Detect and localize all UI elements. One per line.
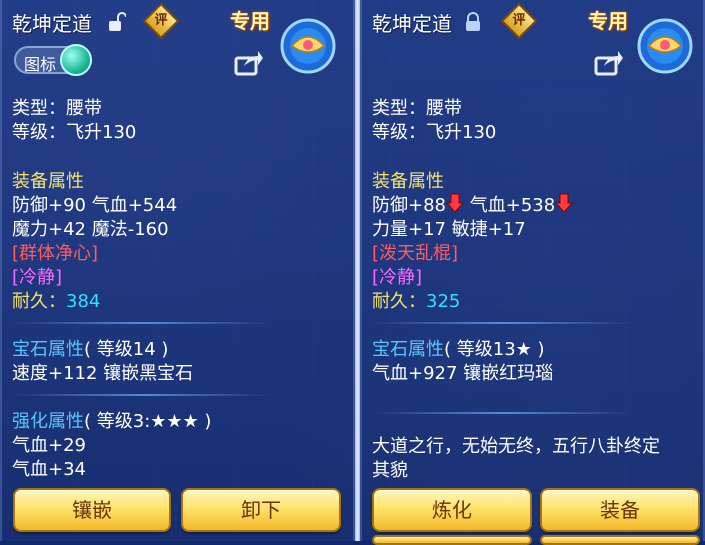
refine-button[interactable]: 炼化 (372, 488, 532, 532)
equip-attr-header: 装备属性 (372, 171, 444, 192)
special-skill: [群体净心] (12, 243, 99, 264)
divider (372, 412, 632, 414)
gem-attr: 宝石属性( 等级14 ) (12, 335, 168, 361)
durability-label: 耐久： (372, 291, 426, 312)
rating-label: 评 (512, 13, 526, 28)
enhance-attr-header: 强化属性 (12, 411, 84, 432)
equipment-tooltip-current: 乾坤定道 评 专用 图标 类型：腰带 等级：飞升130 装备属性 防御+90 气… (0, 0, 355, 541)
durability-value: 325 (426, 291, 461, 312)
item-type: 类型：腰带 (372, 98, 462, 119)
enhance-line: 气血+34 (12, 459, 86, 480)
durability: 耐久：384 (12, 287, 100, 313)
gem-attr-header: 宝石属性 (12, 339, 84, 360)
enhance-line: 气血+29 (12, 435, 86, 456)
equipment-tooltip-compare: 乾坤定道 评 专用 类型：腰带 等级：飞升130 装备属性 防御+88 气血+5… (360, 0, 705, 545)
unequip-button[interactable]: 卸下 (181, 488, 341, 532)
rating-button[interactable]: 评 (142, 2, 180, 40)
stats-line: 魔力+42 魔法-160 (12, 219, 169, 240)
down-arrow-icon (555, 193, 574, 213)
stats-line: 防御+90 气血+544 (12, 195, 178, 216)
gem-effect: 气血+927 镶嵌红玛瑙 (372, 363, 554, 384)
item-level: 等级：飞升130 (372, 122, 497, 143)
exclusive-badge: 专用 (588, 9, 628, 33)
item-level: 等级：飞升130 (12, 122, 137, 143)
gem-attr-header: 宝石属性 (372, 339, 444, 360)
lock-icon[interactable] (464, 12, 482, 32)
rating-label: 评 (154, 13, 168, 28)
gem-level: ( 等级14 ) (84, 339, 169, 360)
special-effect: [冷静] (12, 267, 63, 288)
item-emblem-icon (637, 18, 693, 74)
item-title: 乾坤定道 (372, 12, 452, 36)
gem-attr: 宝石属性( 等级13★ ) (372, 335, 545, 361)
divider (372, 322, 632, 324)
item-type: 类型：腰带 (12, 98, 102, 119)
stats-line: 防御+88 气血+538 (372, 191, 574, 217)
enhance-attr: 强化属性( 等级3:★★★ ) (12, 407, 211, 433)
down-arrow-icon (446, 193, 464, 213)
toggle-knob (60, 44, 92, 76)
durability-label: 耐久： (12, 291, 66, 312)
item-title: 乾坤定道 (12, 12, 92, 36)
item-description: 大道之行，无始无终，五行八卦终定 (372, 436, 660, 457)
inlay-button[interactable]: 镶嵌 (13, 488, 171, 532)
stat-defense: 防御+88 (372, 195, 446, 216)
icon-toggle-label: 图标 (24, 55, 57, 74)
stat-hp: 气血+538 (469, 195, 556, 216)
exclusive-badge: 专用 (230, 9, 270, 33)
divider (12, 394, 272, 396)
enhance-level: ( 等级3:★★★ ) (84, 411, 212, 432)
gem-effect: 速度+112 镶嵌黑宝石 (12, 363, 194, 384)
item-description: 其貌 (372, 460, 408, 481)
equip-button[interactable]: 装备 (540, 488, 700, 532)
divider (12, 322, 272, 324)
share-icon[interactable] (594, 50, 624, 76)
rating-button[interactable]: 评 (500, 2, 538, 40)
durability-value: 384 (66, 291, 101, 312)
share-icon[interactable] (234, 50, 264, 76)
unlocked-icon[interactable] (108, 12, 126, 32)
item-emblem-icon (280, 18, 336, 74)
stats-line: 力量+17 敏捷+17 (372, 219, 526, 240)
special-effect: [冷静] (372, 267, 423, 288)
icon-toggle[interactable]: 图标 (14, 44, 92, 76)
gem-level: ( 等级13★ ) (444, 339, 545, 360)
hidden-button[interactable] (540, 535, 700, 545)
durability: 耐久：325 (372, 287, 460, 313)
equip-attr-header: 装备属性 (12, 171, 84, 192)
hidden-button[interactable] (372, 535, 532, 545)
special-skill: [泼天乱棍] (372, 243, 459, 264)
